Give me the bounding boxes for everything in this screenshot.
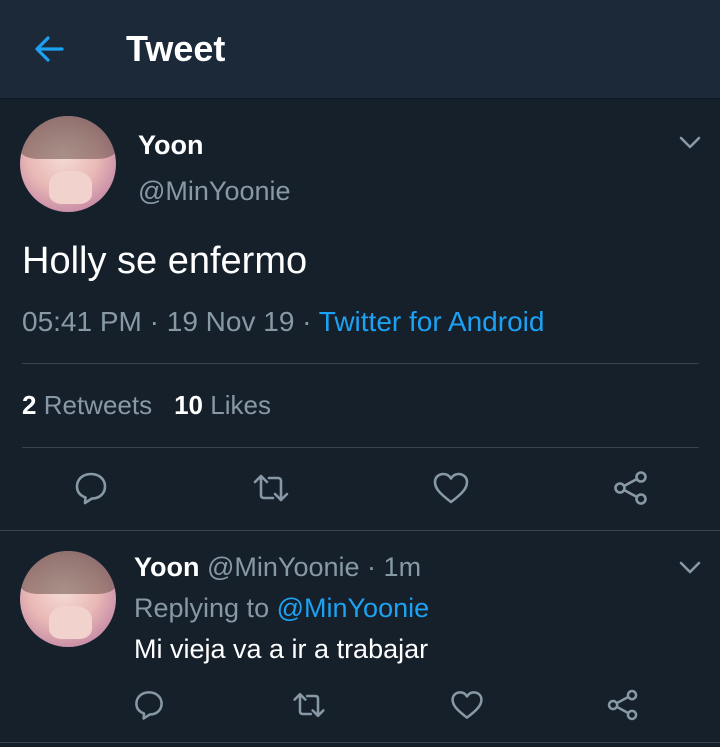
tweet-text: Holly se enfermo [22,240,308,282]
avatar[interactable] [20,116,116,212]
reply-icon[interactable] [131,687,167,723]
meta-separator: · [149,306,159,337]
replying-to-label: Replying to [134,593,270,623]
reply-icon[interactable] [71,468,111,508]
tweet-meta: 05:41 PM · 19 Nov 19 · Twitter for Andro… [22,306,544,338]
tweet-source-link[interactable]: Twitter for Android [319,306,545,337]
replying-to: Replying to @MinYoonie [134,593,429,624]
reply-text: Mi vieja va a ir a trabajar [134,634,429,664]
page-title: Tweet [126,28,226,69]
like-icon[interactable] [449,687,485,723]
reply-author-handle[interactable]: @MinYoonie [207,552,360,582]
section-divider [0,742,720,743]
retweets-stat[interactable]: 2 Retweets [22,390,152,420]
chevron-down-icon[interactable] [676,132,704,152]
meta-separator: · [302,306,312,337]
retweets-count: 2 [22,390,37,420]
top-app-bar: Tweet [0,0,720,99]
reply-avatar[interactable] [20,551,116,647]
retweets-label: Retweets [43,390,153,420]
avatar-hair-shape [20,551,116,595]
tweet-time: 05:41 PM [22,306,142,337]
likes-label: Likes [210,390,271,420]
retweet-icon[interactable] [291,687,327,723]
avatar-hand-shape [48,605,92,640]
section-divider [0,530,720,531]
share-icon[interactable] [605,687,641,723]
avatar-hand-shape [48,170,92,205]
author-name[interactable]: Yoon [138,130,203,161]
share-icon[interactable] [611,468,651,508]
replying-to-mention[interactable]: @MinYoonie [277,593,430,623]
author-handle[interactable]: @MinYoonie [138,176,291,207]
reply-separator: · [367,552,377,582]
tweet-date: 19 Nov 19 [166,306,295,337]
reply-header: Yoon @MinYoonie · 1m [134,552,421,583]
arrow-left-icon[interactable] [32,32,66,66]
likes-count: 10 [174,390,204,420]
divider [22,447,699,448]
like-icon[interactable] [431,468,471,508]
chevron-down-icon[interactable] [676,557,704,577]
divider [22,363,699,364]
reply-author-name[interactable]: Yoon [134,552,199,582]
tweet-stats: 2 Retweets 10 Likes [22,390,271,421]
likes-stat[interactable]: 10 Likes [174,390,271,420]
reply-time: 1m [383,552,422,582]
avatar-hair-shape [20,116,116,160]
retweet-icon[interactable] [251,468,291,508]
